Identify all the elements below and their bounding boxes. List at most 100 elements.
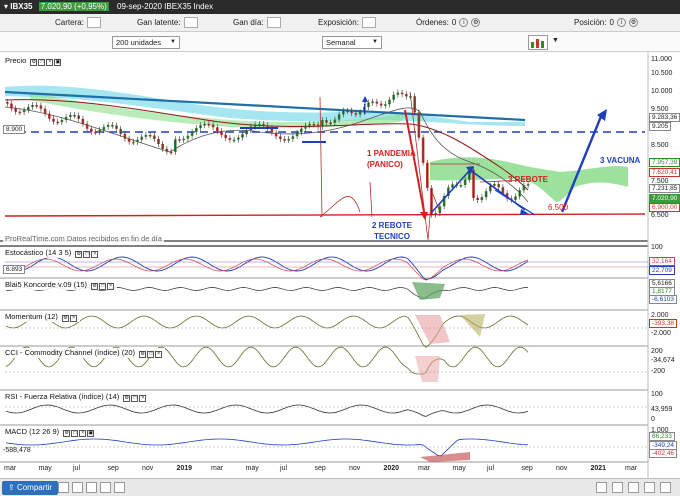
period-select[interactable]: Semanal ▼	[322, 36, 382, 49]
month-tick: jul	[280, 465, 288, 472]
axis-tick: 100	[651, 391, 663, 398]
expand-icon[interactable]	[644, 482, 655, 493]
stat-ordenes[interactable]: Órdenes: 0 i ⚙	[416, 18, 481, 27]
month-tick: 2021	[590, 465, 607, 472]
share-icon: ⇪	[8, 483, 17, 492]
left-level-pill: 8.900	[3, 125, 26, 134]
chevron-down-icon[interactable]: ▼	[552, 37, 559, 44]
month-tick: may	[452, 465, 466, 472]
date-instrument: 09-sep-2020 IBEX35 Index	[117, 2, 214, 11]
month-tick: mar	[211, 465, 224, 472]
month-tick: may	[245, 465, 259, 472]
gan-dia-value	[266, 17, 281, 28]
exposicion-value	[361, 17, 376, 28]
stat-gan-latente: Gan latente:	[137, 17, 198, 28]
stat-cartera: Cartera:	[55, 17, 101, 28]
axis-tick: -200	[651, 368, 666, 375]
chart-icon	[531, 39, 544, 48]
month-tick: sep	[107, 465, 119, 472]
panel-controls[interactable]: ⚙ □ ×	[75, 248, 99, 259]
units-select[interactable]: 200 unidades ▼	[112, 36, 180, 49]
ordenes-count: 0	[451, 18, 457, 27]
panel-label-price[interactable]: Precio ⚙ □ × ▣	[3, 56, 65, 67]
tool-icon[interactable]	[86, 482, 97, 493]
axis-pill: 66,233	[649, 432, 675, 441]
month-tick: jul	[73, 465, 81, 472]
annotation-level: 6.500	[548, 203, 569, 212]
zoom-in-icon[interactable]	[612, 482, 623, 493]
panel-controls[interactable]: ⚙ □ × ▣	[30, 56, 62, 67]
stat-exposicion: Exposición:	[318, 17, 376, 28]
controls-bar: 200 unidades ▼ Semanal ▼ ▼	[0, 32, 680, 52]
month-tick: 2020	[383, 465, 400, 472]
price-badge: 7.020,90 (+0,95%)	[38, 2, 109, 11]
axis-pill: -393,38	[649, 319, 678, 328]
price-tick: 9.500	[651, 106, 669, 113]
panel-controls[interactable]: ⚙ □ ×	[139, 348, 163, 359]
month-tick: sep	[521, 465, 533, 472]
price-tick: 8.500	[651, 142, 669, 149]
annotation-rebote3: 3 REBOTE	[508, 175, 549, 184]
info-icon[interactable]: i	[616, 18, 626, 27]
month-tick: mar	[625, 465, 638, 472]
tool-icon[interactable]	[58, 482, 69, 493]
compartir-button[interactable]: ⇪ Compartir	[2, 481, 59, 495]
zoom-out-icon[interactable]	[596, 482, 607, 493]
price-pill: 7.620,41	[649, 168, 680, 177]
axis-tick: -2.000	[651, 330, 671, 337]
chart-area[interactable]	[0, 52, 680, 478]
axis-pill: -6,6103	[649, 295, 678, 304]
price-pill: 6.900,00	[649, 203, 680, 212]
panel-label-momentum[interactable]: Momentum (12) ⚙ ×	[3, 312, 81, 323]
annotation-rebote2: 2 REBOTE	[372, 221, 413, 230]
tool-icon[interactable]	[100, 482, 111, 493]
annotation-pandemia: 1 PANDEMIA	[367, 149, 416, 158]
axis-tick: 0	[651, 416, 655, 423]
month-tick: nov	[349, 465, 361, 472]
panel-controls[interactable]: ⚙ □ ×	[91, 280, 115, 291]
axis-tick: 200	[651, 348, 663, 355]
month-tick: jul	[487, 465, 495, 472]
price-tick: 6.500	[651, 212, 669, 219]
price-pill: 7.957,39	[649, 158, 680, 167]
axis-pill: -402,46	[649, 449, 678, 458]
chevron-down-icon: ▼	[170, 39, 176, 45]
axis-tick: -34,674	[651, 357, 675, 364]
chevron-down-icon: ▼	[372, 39, 378, 45]
info-icon[interactable]: i	[459, 18, 469, 27]
axis-tick: 100	[651, 244, 663, 251]
panel-label-macd[interactable]: MACD (12 26 9) ⚙ □ × ▣	[3, 427, 98, 438]
panel-controls[interactable]: ⚙ ×	[62, 312, 78, 323]
watermark: ProRealTime.com Datos recibidos en fin d…	[3, 234, 164, 243]
title-bar: ▾ IBX35 7.020,90 (+0,95%) 09-sep-2020 IB…	[0, 0, 680, 14]
settings-icon[interactable]: ⚙	[628, 18, 638, 27]
month-tick: 2019	[176, 465, 193, 472]
annotation-tecnico: TECNICO	[374, 232, 410, 241]
bottom-toolbar: ⇪ Compartir	[0, 478, 680, 496]
cartera-value	[86, 17, 101, 28]
panel-label-blai[interactable]: Blai5 Koncorde v.09 (15) ⚙ □ ×	[3, 280, 118, 291]
close-icon[interactable]	[660, 482, 671, 493]
tool-icon[interactable]	[72, 482, 83, 493]
posicion-count: 0	[609, 18, 614, 27]
panel-label-cci[interactable]: CCI - Commodity Channel (índice) (20) ⚙ □…	[3, 348, 166, 359]
tool-icon[interactable]	[114, 482, 125, 493]
panel-controls[interactable]: ⚙ □ ×	[123, 392, 147, 403]
axis-pill: 6.893	[3, 265, 26, 274]
axis-pill: 32,164	[649, 257, 675, 266]
panel-controls[interactable]: ⚙ □ × ▣	[63, 427, 95, 438]
panel-label-rsi[interactable]: RSI - Fuerza Relativa (índice) (14) ⚙ □ ×	[3, 392, 150, 403]
stat-posicion[interactable]: Posición: 0 i ⚙	[574, 18, 638, 27]
settings-icon[interactable]: ⚙	[471, 18, 481, 27]
price-pill: 7.231,85	[649, 184, 680, 193]
axis-tick: -588,478	[3, 447, 31, 454]
panel-label-stoch[interactable]: Estocástico (14 3 5) ⚙ □ ×	[3, 248, 102, 259]
month-tick: may	[38, 465, 52, 472]
gan-latente-value	[183, 17, 198, 28]
chart-tools-button[interactable]	[528, 35, 548, 50]
annotation-panico: (PANICO)	[367, 160, 403, 169]
chart-settings-icon[interactable]	[628, 482, 639, 493]
price-pill: 9.205	[649, 122, 672, 131]
stats-bar: Cartera: Gan latente: Gan día: Exposició…	[0, 14, 680, 32]
symbol-label: IBX35	[10, 2, 33, 11]
